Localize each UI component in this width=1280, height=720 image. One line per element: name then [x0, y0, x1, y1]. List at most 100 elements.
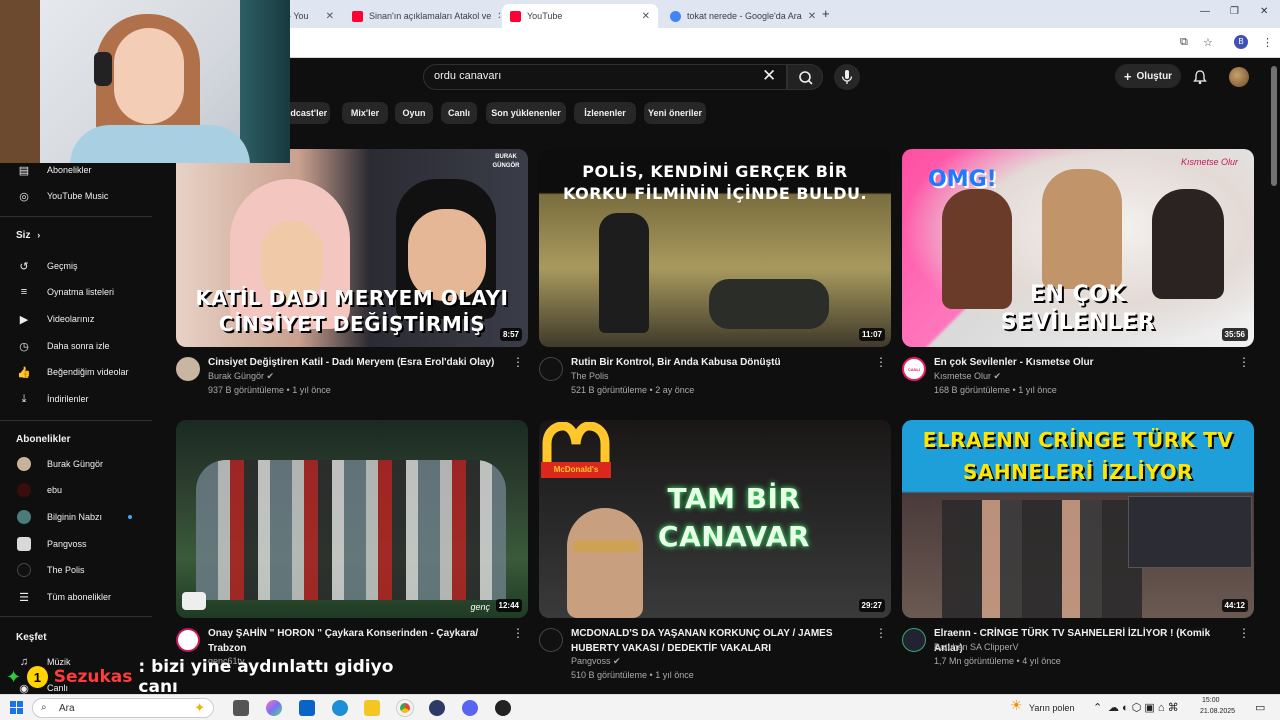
notifications-bell-icon[interactable]: [1192, 69, 1208, 85]
tray-chevron-icon[interactable]: ⌃: [1093, 701, 1102, 714]
chip[interactable]: Mix'ler: [342, 102, 388, 124]
app-icon[interactable]: [429, 700, 445, 716]
clock-date[interactable]: 21.08.2025: [1200, 708, 1235, 715]
restore-icon[interactable]: ❐: [1230, 6, 1239, 17]
channel-name[interactable]: The Polis: [571, 371, 609, 381]
video-title[interactable]: En çok Sevilenler - Kısmetse Olur: [934, 355, 1234, 370]
channel-name[interactable]: Pangvoss: [571, 656, 611, 666]
menu-dots-icon[interactable]: ⋮: [1262, 36, 1273, 49]
video-card[interactable]: genç 12:44 Onay ŞAHİN " HORON " Çaykara …: [176, 420, 528, 678]
channel-name[interactable]: Kısmetse Olur: [934, 371, 991, 381]
obs-icon[interactable]: [495, 700, 511, 716]
clear-search-icon[interactable]: ✕: [762, 66, 776, 86]
more-options-icon[interactable]: ⋮: [875, 626, 887, 640]
chip[interactable]: Oyun: [395, 102, 433, 124]
more-options-icon[interactable]: ⋮: [875, 355, 887, 369]
browser-profile-avatar[interactable]: B: [1234, 35, 1248, 49]
video-title[interactable]: Cinsiyet Değiştiren Katil - Dadı Meryem …: [208, 355, 508, 370]
video-card[interactable]: BURAK GÜNGÖR KATİL DADI MERYEM OLAYI CİN…: [176, 149, 528, 407]
voice-search-button[interactable]: [834, 64, 860, 90]
task-view-icon[interactable]: [233, 700, 249, 716]
video-card[interactable]: POLİS, KENDİNİ GERÇEK BİR KORKU FİLMİNİN…: [539, 149, 891, 407]
sidebar-item-channel[interactable]: The Polis: [0, 558, 160, 582]
scrollbar-thumb[interactable]: [1271, 66, 1277, 186]
new-tab-icon[interactable]: +: [822, 6, 830, 21]
sidebar-item-channel[interactable]: Pangvoss: [0, 532, 160, 556]
close-window-icon[interactable]: ✕: [1260, 6, 1268, 17]
video-card[interactable]: ELRAENN CRİNGE TÜRK TV SAHNELERİ İZLİYOR…: [902, 420, 1254, 678]
video-thumbnail[interactable]: genç 12:44: [176, 420, 528, 618]
video-thumbnail[interactable]: BURAK GÜNGÖR KATİL DADI MERYEM OLAYI CİN…: [176, 149, 528, 347]
channel-name[interactable]: Batuhan SA ClipperV: [934, 642, 1019, 652]
windows-start-icon[interactable]: [10, 701, 24, 715]
close-icon[interactable]: ✕: [320, 11, 334, 22]
channel-name-row[interactable]: Burak Güngör ✔: [208, 371, 274, 382]
copilot-icon[interactable]: [266, 700, 282, 716]
chip[interactable]: Canlı: [441, 102, 477, 124]
channel-avatar[interactable]: [176, 628, 200, 652]
video-title[interactable]: Rutin Bir Kontrol, Bir Anda Kabusa Dönüş…: [571, 355, 871, 370]
channel-name-row[interactable]: Kısmetse Olur ✔: [934, 371, 1001, 382]
sidebar-item-liked-videos[interactable]: 👍 Beğendiğim videolar: [0, 360, 160, 384]
file-explorer-icon[interactable]: [364, 700, 380, 716]
channel-name-row[interactable]: Pangvoss ✔: [571, 656, 621, 667]
sidebar-item-watch-later[interactable]: ◷ Daha sonra izle: [0, 334, 160, 358]
sidebar-item-playlists[interactable]: ≡ Oynatma listeleri: [0, 280, 160, 304]
account-avatar[interactable]: [1229, 67, 1249, 87]
minimize-icon[interactable]: —: [1200, 6, 1210, 17]
video-thumbnail[interactable]: ELRAENN CRİNGE TÜRK TV SAHNELERİ İZLİYOR…: [902, 420, 1254, 618]
close-icon[interactable]: ✕: [491, 11, 500, 22]
more-options-icon[interactable]: ⋮: [1238, 355, 1250, 369]
video-title[interactable]: MCDONALD'S DA YAŞANAN KORKUNÇ OLAY / JAM…: [571, 626, 871, 656]
more-options-icon[interactable]: ⋮: [512, 626, 524, 640]
sidebar-item-history[interactable]: ↺ Geçmiş: [0, 254, 160, 278]
channel-avatar[interactable]: [902, 628, 926, 652]
create-button[interactable]: + Oluştur: [1115, 64, 1181, 88]
create-label: Oluştur: [1136, 70, 1173, 82]
browser-tab-active[interactable]: YouTube ✕: [502, 4, 658, 28]
channel-avatar[interactable]: CANLI: [902, 357, 926, 381]
video-thumbnail[interactable]: OMG! Kısmetse Olur EN ÇOK SEVİLENLER 35:…: [902, 149, 1254, 347]
video-thumbnail[interactable]: McDonald's TAM BİR CANAVAR 29:27: [539, 420, 891, 618]
chip[interactable]: İzlenenler: [574, 102, 636, 124]
channel-avatar[interactable]: [539, 357, 563, 381]
channel-avatar[interactable]: [539, 628, 563, 652]
sidebar-item-youtube-music[interactable]: ◎ YouTube Music: [0, 184, 160, 208]
video-meta: MCDONALD'S DA YAŞANAN KORKUNÇ OLAY / JAM…: [539, 618, 891, 680]
tray-icons[interactable]: ☁ ◐ ⬡ ▣ ⌂ ⌘: [1108, 701, 1179, 714]
search-box[interactable]: [423, 64, 787, 90]
outlook-icon[interactable]: [299, 700, 315, 716]
sidebar-item-all-subscriptions[interactable]: ☰ Tüm abonelikler: [0, 585, 160, 609]
sidebar-item-channel[interactable]: Bilginin Nabzı: [0, 505, 160, 529]
weather-text[interactable]: Yarın polen: [1029, 703, 1074, 713]
chip[interactable]: Yeni öneriler: [644, 102, 706, 124]
sidebar-item-downloads[interactable]: ⤓ İndirilenler: [0, 387, 160, 411]
sidebar-item-channel[interactable]: Burak Güngör: [0, 452, 160, 476]
more-options-icon[interactable]: ⋮: [1238, 626, 1250, 640]
video-title[interactable]: Onay ŞAHİN " HORON " Çaykara Konserinden…: [208, 626, 508, 656]
search-button[interactable]: [787, 64, 823, 90]
sidebar-item-channel[interactable]: ebu: [0, 478, 160, 502]
channel-avatar[interactable]: [176, 357, 200, 381]
discord-icon[interactable]: [462, 700, 478, 716]
more-options-icon[interactable]: ⋮: [512, 355, 524, 369]
close-icon[interactable]: ✕: [802, 11, 816, 22]
sidebar-you-header[interactable]: Siz ›: [16, 230, 40, 241]
video-thumbnail[interactable]: POLİS, KENDİNİ GERÇEK BİR KORKU FİLMİNİN…: [539, 149, 891, 347]
edge-icon[interactable]: [332, 700, 348, 716]
clock-time[interactable]: 15:00: [1202, 697, 1220, 704]
close-icon[interactable]: ✕: [636, 11, 650, 22]
channel-name[interactable]: Burak Güngör: [208, 371, 264, 381]
cast-icon[interactable]: ⧉: [1180, 36, 1188, 49]
chrome-icon[interactable]: [397, 700, 413, 716]
video-card[interactable]: McDonald's TAM BİR CANAVAR 29:27 MCDONAL…: [539, 420, 891, 680]
bookmark-star-icon[interactable]: ☆: [1203, 36, 1213, 49]
browser-tab[interactable]: Sinan'ın açıklamaları Atakol ve ✕: [344, 4, 500, 28]
sidebar-item-your-videos[interactable]: ▶ Videolarınız: [0, 307, 160, 331]
browser-tab[interactable]: tokat nerede - Google'da Ara ✕: [662, 4, 818, 28]
search-input[interactable]: [434, 70, 734, 82]
video-card[interactable]: OMG! Kısmetse Olur EN ÇOK SEVİLENLER 35:…: [902, 149, 1254, 407]
taskbar-search[interactable]: ⌕ Ara ✦: [32, 698, 214, 718]
notification-center-icon[interactable]: ▭: [1255, 701, 1265, 714]
chip[interactable]: Son yüklenenler: [486, 102, 566, 124]
